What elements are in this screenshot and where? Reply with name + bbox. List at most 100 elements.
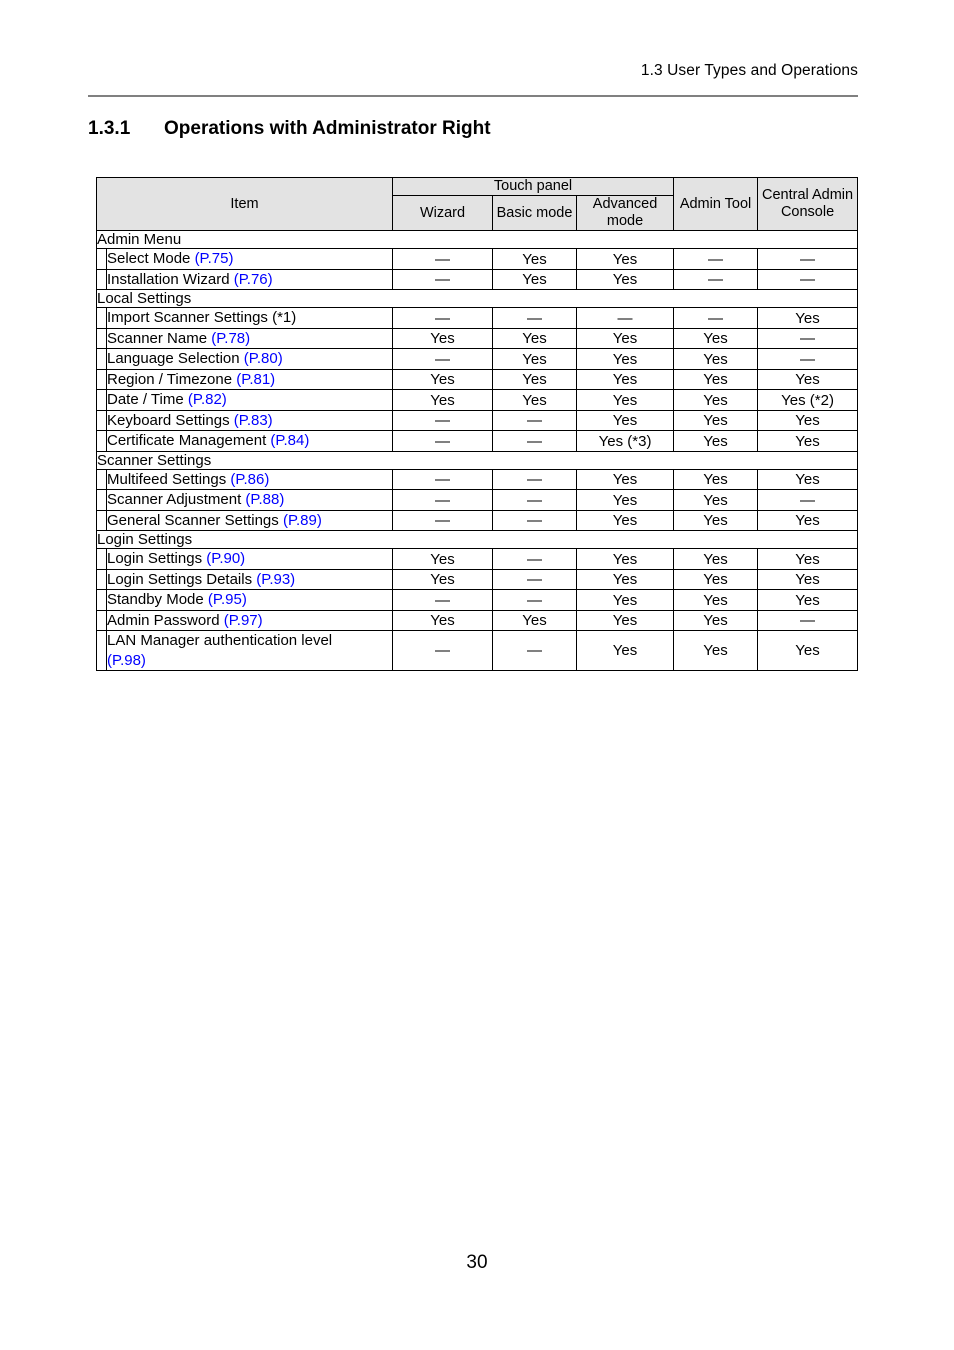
page-reference-link[interactable]: (P.82) [188,391,227,408]
row-value-cell: — [492,589,578,611]
row-value-cell: — [392,630,494,672]
row-value-cell: Yes [392,368,494,391]
row-indent-spacer [96,509,107,532]
row-value-cell: — [757,248,859,270]
row-item-cell: General Scanner Settings (P.89) [105,509,394,532]
row-value-cell: Yes [673,548,759,570]
row-item-label: Login Settings [107,550,203,568]
row-value-cell: Yes [757,430,859,452]
row-indent-spacer [96,348,107,370]
row-value-cell: — [673,248,759,270]
table-section-row: Admin Menu [95,230,859,250]
row-indent-spacer [96,489,107,511]
column-header-central-admin-console: Central Admin Console [757,176,859,232]
row-value-cell: Yes [757,630,859,672]
page-reference-link[interactable]: (P.97) [224,612,263,629]
column-header-basic-mode: Basic mode [492,195,578,232]
row-indent-spacer [96,268,107,291]
row-value-cell: — [757,489,859,511]
section-heading-text: Operations with Administrator Right [164,118,491,139]
row-value-cell: Yes (*2) [757,389,859,411]
page-reference-link[interactable]: (P.81) [236,371,275,388]
table-row: Date / Time (P.82) Yes Yes Yes Yes Yes (*2) [96,389,859,411]
row-indent-spacer [96,327,107,350]
row-value-cell: — [392,348,494,370]
table-row: Installation Wizard (P.76) — Yes Yes — — [96,268,859,291]
row-value-cell: Yes [673,368,759,391]
page-reference-link[interactable]: (P.98) [107,652,146,669]
row-value-cell: Yes [492,327,578,350]
row-value-cell: — [492,509,578,532]
page-reference-link[interactable]: (P.78) [211,330,250,347]
section-header-label: Local Settings [95,289,859,309]
row-value-cell: — [392,409,494,432]
section-number: 1.3.1 [88,118,131,139]
row-value-cell: — [492,468,578,491]
row-item-label: Scanner Name [107,329,208,347]
page-reference-link[interactable]: (P.80) [244,350,283,367]
page-reference-link[interactable]: (P.76) [234,271,273,288]
row-value-cell: Yes [576,548,675,570]
running-header: 1.3 User Types and Operations [640,62,858,79]
row-item-label: Certificate Management [107,432,267,450]
column-header-advanced-mode: Advanced mode [576,195,675,232]
row-value-cell: Yes [673,409,759,432]
row-item-cell: LAN Manager authentication level (P.98) [105,630,394,672]
row-value-cell: Yes [757,368,859,391]
page-reference-link[interactable]: (P.75) [195,250,234,267]
row-value-cell: Yes [576,327,675,350]
row-value-cell: Yes [757,568,859,591]
row-value-cell: — [492,307,578,329]
page-reference-link[interactable]: (P.88) [245,491,284,508]
row-item-cell: Login Settings Details (P.93) [105,568,394,591]
page-reference-link[interactable]: (P.95) [208,591,247,608]
row-value-cell: Yes [673,568,759,591]
page-title: 1.3.1 Operations with Administrator Right [88,118,491,140]
table-row: Certificate Management (P.84) — — Yes (*3) Y… [96,430,859,452]
row-value-cell: Yes [673,630,759,672]
row-item-label: General Scanner Settings [107,511,279,529]
row-item-label: Date / Time [107,391,184,409]
page-reference-link[interactable]: (P.93) [256,571,295,588]
row-indent-spacer [96,568,107,591]
column-header-admin-tool: Admin Tool [673,176,759,232]
row-value-cell: Yes (*3) [576,430,675,452]
page-reference-link[interactable]: (P.90) [206,550,245,567]
column-header-item: Item [95,176,394,232]
row-item-label: Select Mode [107,250,191,268]
row-value-cell: Yes [576,348,675,370]
page-reference-link[interactable]: (P.89) [283,512,322,529]
row-item-cell: Region / Timezone (P.81) [105,368,394,391]
row-indent-spacer [96,368,107,391]
row-value-cell: — [673,268,759,291]
row-value-cell: — [576,307,675,329]
table-section-row: Local Settings [95,289,859,309]
row-value-cell: Yes [757,509,859,532]
row-value-cell: Yes [757,307,859,329]
row-item-label: Login Settings Details [107,570,253,588]
row-item-cell: Login Settings (P.90) [105,548,394,570]
table-row: Login Settings (P.90) Yes — Yes Yes Yes [96,548,859,570]
row-value-cell: Yes [673,609,759,632]
row-item-label: Admin Password [107,611,220,629]
row-value-cell: Yes [673,589,759,611]
row-value-cell: — [757,348,859,370]
row-item-cell: Standby Mode (P.95) [105,589,394,611]
table-body: Admin Menu Select Mode (P.75) — Yes Yes — — Ins… [95,230,859,672]
row-value-cell: Yes [576,268,675,291]
table-head: Item Touch panel Admin Tool Central Admi… [95,176,859,232]
page-number: 30 [466,1252,488,1273]
table-row: General Scanner Settings (P.89) — — Yes Yes Y… [96,509,859,532]
row-value-cell: Yes [492,348,578,370]
page-reference-link[interactable]: (P.84) [270,432,309,449]
row-value-cell: Yes [673,509,759,532]
page-reference-link[interactable]: (P.83) [234,412,273,429]
row-indent-spacer [96,468,107,491]
row-indent-spacer [96,548,107,570]
permissions-table: Item Touch panel Admin Tool Central Admi… [95,176,859,672]
row-value-cell: Yes [757,468,859,491]
row-value-cell: — [392,468,494,491]
table-row: LAN Manager authentication level (P.98) — —… [96,630,859,672]
page-reference-link[interactable]: (P.86) [230,471,269,488]
row-value-cell: — [492,568,578,591]
